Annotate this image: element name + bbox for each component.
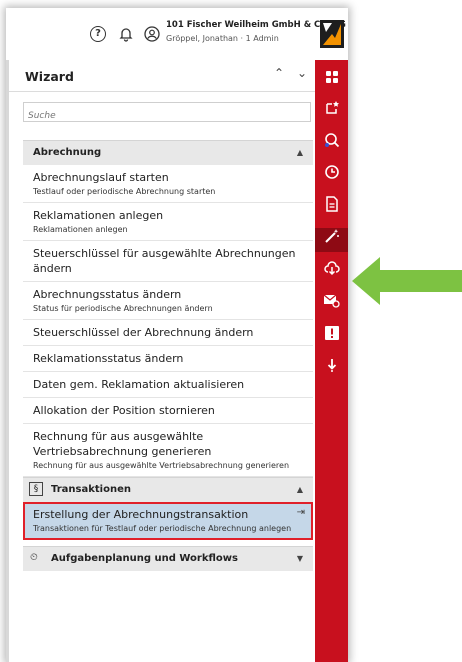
section-title: Aufgabenplanung und Workflows <box>51 553 238 564</box>
section-title: Transaktionen <box>51 484 131 495</box>
item-title: Allokation der Position stornieren <box>33 404 215 417</box>
schedule-icon: ⏲ <box>30 552 38 563</box>
item-title: Steuerschlüssel für ausgewählte Abrechnu… <box>33 247 296 275</box>
user-icon[interactable] <box>143 26 161 44</box>
chevron-up-icon[interactable]: ▲ <box>297 485 303 494</box>
help-icon[interactable]: ? <box>90 26 108 44</box>
wizard-item[interactable]: Reklamationen anlegen Reklamationen anle… <box>23 203 313 241</box>
item-subtitle: Transaktionen für Testlauf oder periodis… <box>33 524 292 533</box>
dashboard-icon[interactable] <box>315 68 348 92</box>
collapse-all-icon[interactable]: ⌃ <box>271 66 287 80</box>
section-transaktionen[interactable]: § Transaktionen ▲ <box>23 477 313 502</box>
item-subtitle: Testlauf oder periodische Abrechnung sta… <box>33 187 216 196</box>
favorites-icon[interactable] <box>315 100 348 124</box>
item-subtitle: Reklamationen anlegen <box>33 225 128 234</box>
app-logo-icon <box>320 20 344 48</box>
item-title: Daten gem. Reklamation aktualisieren <box>33 378 245 391</box>
wizard-header: Wizard ⌃ ⌄ <box>9 60 315 92</box>
wizard-item[interactable]: Rechnung für aus ausgewählte Vertriebsab… <box>23 424 313 477</box>
right-toolbar <box>315 60 348 662</box>
wizard-item[interactable]: Abrechnungsstatus ändern Status für peri… <box>23 282 313 320</box>
item-subtitle: Status für periodische Abrechnungen ände… <box>33 304 213 313</box>
top-bar: ? 101 Fischer Weilheim GmbH & Co. KG Grö… <box>6 8 348 61</box>
wizard-list: Abrechnung ▲ Abrechnungslauf starten Tes… <box>23 140 313 571</box>
chevron-down-icon[interactable]: ▼ <box>297 554 303 563</box>
wizard-item[interactable]: Steuerschlüssel der Abrechnung ändern <box>23 320 313 346</box>
wizard-item[interactable]: Reklamationsstatus ändern <box>23 346 313 372</box>
wizard-wand-icon[interactable] <box>315 228 348 252</box>
search-people-icon[interactable] <box>315 132 348 156</box>
item-title: Reklamationsstatus ändern <box>33 352 184 365</box>
section-abrechnung[interactable]: Abrechnung ▲ <box>23 140 313 165</box>
document-icon[interactable] <box>315 196 348 220</box>
item-subtitle: Rechnung für aus ausgewählte Vertriebsab… <box>33 461 290 470</box>
paragraph-icon: § <box>29 482 43 496</box>
pointer-arrow-icon <box>352 257 462 305</box>
section-aufgabenplanung[interactable]: ⏲ Aufgabenplanung und Workflows ▼ <box>23 546 313 571</box>
wizard-item[interactable]: Daten gem. Reklamation aktualisieren <box>23 372 313 398</box>
wizard-item[interactable]: Steuerschlüssel für ausgewählte Abrechnu… <box>23 241 313 282</box>
expand-all-icon[interactable]: ⌄ <box>294 66 310 80</box>
item-title: Abrechnungsstatus ändern <box>33 288 182 301</box>
chevron-up-icon[interactable]: ▲ <box>297 148 303 157</box>
search-field[interactable] <box>23 102 311 125</box>
item-title: Steuerschlüssel der Abrechnung ändern <box>33 326 254 339</box>
app-window: ? 101 Fischer Weilheim GmbH & Co. KG Grö… <box>6 8 348 662</box>
item-title: Rechnung für aus ausgewählte Vertriebsab… <box>33 430 212 458</box>
cloud-download-icon[interactable] <box>315 260 348 284</box>
section-title: Abrechnung <box>33 147 102 158</box>
wizard-item-selected[interactable]: Erstellung der Abrechnungstransaktion Tr… <box>23 502 313 540</box>
pin-icon[interactable]: ⇥ <box>297 507 305 518</box>
bell-icon[interactable] <box>117 26 135 44</box>
user-name: Gröppel, Jonathan · 1 Admin <box>166 34 279 43</box>
item-title: Erstellung der Abrechnungstransaktion <box>33 508 249 521</box>
company-name: 101 Fischer Weilheim GmbH & Co. KG <box>166 20 346 30</box>
wizard-item[interactable]: Abrechnungslauf starten Testlauf oder pe… <box>23 165 313 203</box>
item-title: Abrechnungslauf starten <box>33 171 169 184</box>
mail-settings-icon[interactable] <box>315 292 348 316</box>
wizard-panel: Wizard ⌃ ⌄ Abrechnung ▲ Abrechnungslauf … <box>9 60 315 662</box>
download-icon[interactable] <box>315 356 348 380</box>
search-input[interactable] <box>24 107 310 125</box>
alert-icon[interactable] <box>315 324 348 348</box>
wizard-title: Wizard <box>25 69 74 84</box>
history-icon[interactable] <box>315 164 348 188</box>
wizard-item[interactable]: Allokation der Position stornieren <box>23 398 313 424</box>
item-title: Reklamationen anlegen <box>33 209 164 222</box>
